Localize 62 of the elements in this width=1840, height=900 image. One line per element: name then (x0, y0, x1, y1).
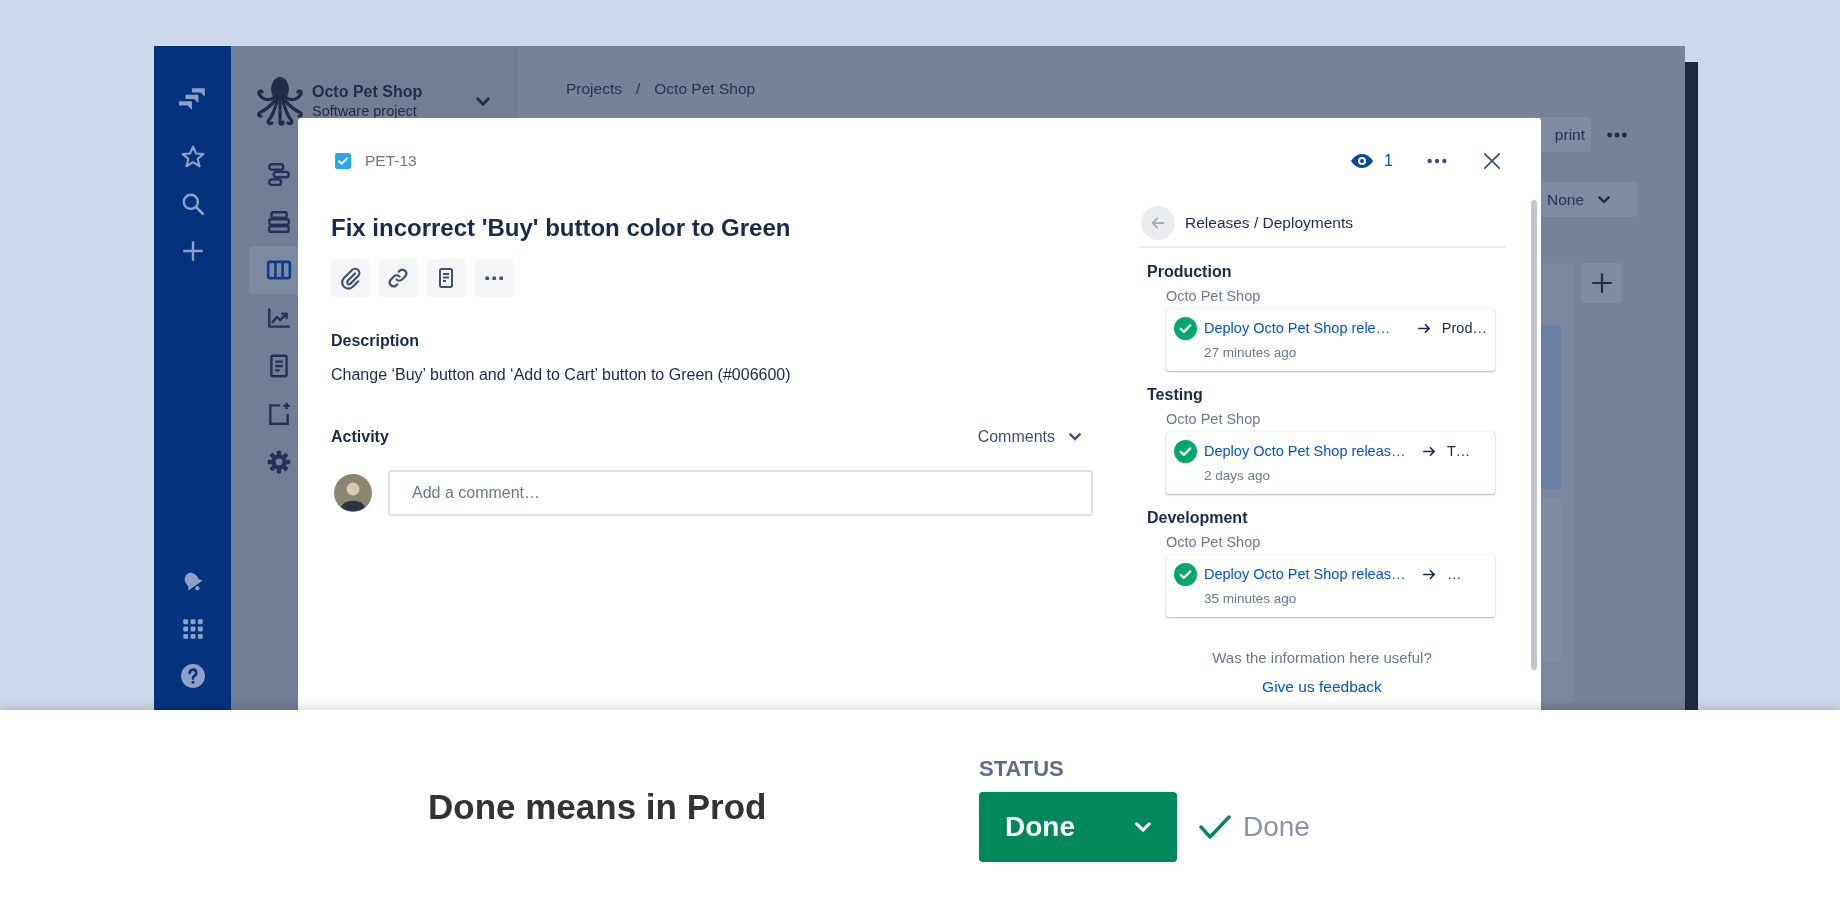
issue-key[interactable]: PET-13 (365, 152, 417, 170)
more-button[interactable] (475, 259, 513, 297)
more-icon[interactable] (1426, 157, 1448, 165)
deployment-time: 2 days ago (1204, 468, 1272, 483)
avatar-icon (334, 474, 372, 512)
deployment-link[interactable]: Deploy Octo Pet Shop releas… (1204, 566, 1406, 582)
deployment-link[interactable]: Deploy Octo Pet Shop releas… (1204, 443, 1406, 459)
star-icon[interactable] (179, 144, 206, 170)
add-page-icon (266, 401, 292, 427)
help-icon[interactable] (179, 663, 206, 689)
chevron-down-icon (1598, 195, 1611, 204)
feedback-question: Was the information here useful? (1211, 648, 1433, 668)
more-icon[interactable] (1606, 130, 1628, 139)
attach-button[interactable] (331, 259, 369, 297)
environment-name: Development (1146, 508, 1249, 528)
section-heading: Description (331, 331, 420, 351)
panel-title: Releases / Deployments (1185, 214, 1353, 232)
resolution-text: Done (1243, 811, 1310, 843)
status-label: STATUS (979, 756, 1065, 782)
roadmap-icon (266, 161, 292, 187)
issue-title[interactable]: Fix incorrect 'Buy' button color to Green (331, 210, 1095, 246)
comment-field[interactable]: Add a comment… (388, 470, 1093, 516)
checkmark-icon (1199, 814, 1231, 840)
deployment-target: Prod… (1441, 320, 1487, 336)
paperclip-icon (338, 266, 362, 290)
scrollbar[interactable] (1531, 200, 1537, 670)
chevron-down-icon[interactable] (476, 96, 490, 106)
settings-icon (266, 449, 292, 475)
project-name: Octo Pet Shop (1165, 410, 1262, 428)
feedback-link[interactable]: Give us feedback (1262, 678, 1382, 695)
link-icon (386, 266, 410, 290)
watcher-count[interactable]: 1 (1384, 152, 1393, 170)
deployment-target: … (1447, 566, 1463, 582)
project-name: Octo Pet Shop (1165, 287, 1262, 305)
activity-filter-dropdown[interactable]: Comments (977, 428, 1095, 446)
page-button[interactable] (427, 259, 465, 297)
octopus-icon (255, 74, 305, 128)
environment-name: Production (1146, 262, 1233, 282)
section-heading: Activity (331, 427, 389, 447)
checkbox-icon (335, 153, 351, 169)
eye-icon[interactable] (1350, 153, 1375, 169)
chevron-down-icon (1069, 433, 1081, 441)
project-type: Software project (312, 103, 418, 119)
deployment-time: 27 minutes ago (1204, 345, 1298, 360)
deployment-time: 35 minutes ago (1204, 591, 1298, 606)
project-name: Octo Pet Shop (312, 83, 423, 101)
chart-icon (266, 305, 292, 331)
description-text[interactable]: Change ‘Buy’ button and ‘Add to Cart’ button to Green (#006600) (331, 364, 1095, 386)
chevron-down-icon (1135, 822, 1151, 832)
deployment-link[interactable]: Deploy Octo Pet Shop rele… (1204, 320, 1391, 336)
more-icon (484, 275, 504, 281)
link-button[interactable] (379, 259, 417, 297)
close-icon[interactable] (1483, 152, 1501, 170)
breadcrumb-separator: / (636, 80, 641, 98)
project-name: Octo Pet Shop (1165, 533, 1262, 551)
logo-icon[interactable] (178, 86, 207, 112)
deployment-target: T… (1447, 443, 1472, 459)
environment-name: Testing (1146, 385, 1204, 405)
status-dropdown[interactable]: Done (979, 792, 1177, 862)
headline: Done means in Prod (428, 787, 767, 826)
stacked-layers-icon (266, 209, 292, 235)
add-column-button[interactable] (1581, 263, 1622, 303)
